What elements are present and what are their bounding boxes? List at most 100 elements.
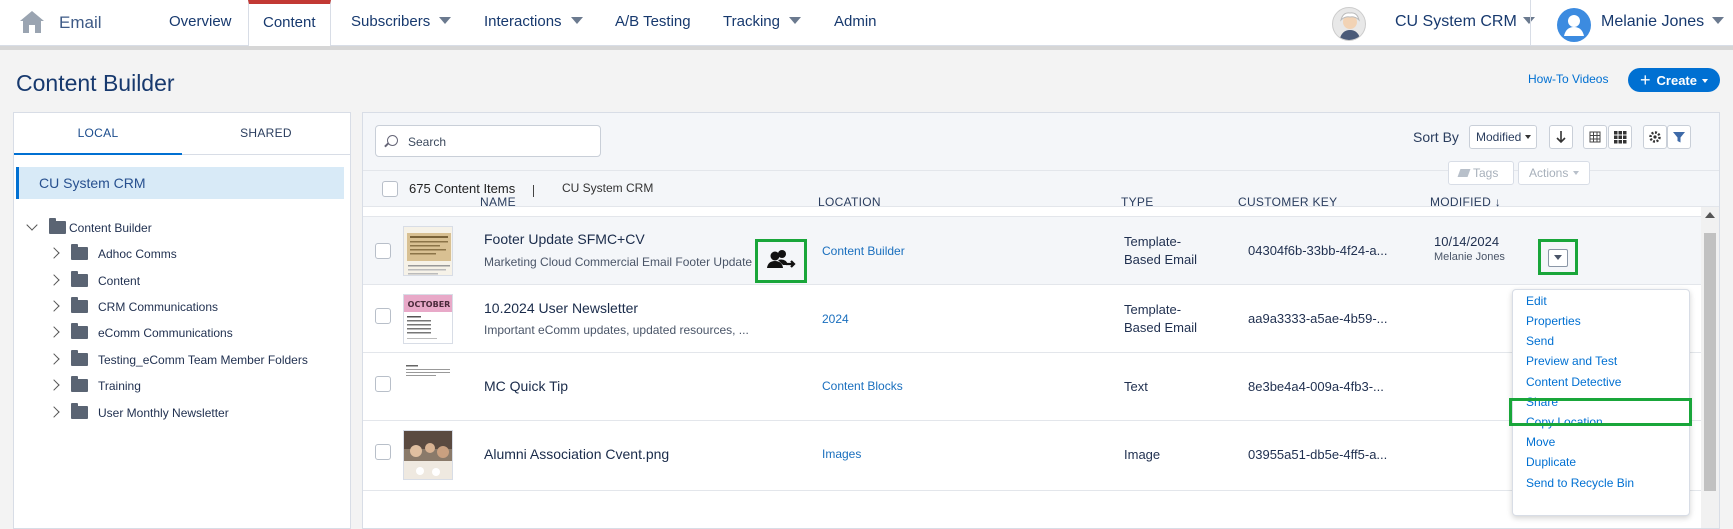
- nav-overview[interactable]: Overview: [169, 0, 232, 46]
- share-user-icon: [767, 250, 796, 268]
- chevron-down-icon: [570, 17, 583, 24]
- chevron-right-icon[interactable]: [48, 274, 60, 286]
- actions-button[interactable]: Actions: [1518, 161, 1590, 185]
- folder-icon: [71, 271, 88, 287]
- row-checkbox[interactable]: [375, 308, 391, 324]
- customer-key: aa9a3333-a5ae-4b59-...: [1248, 311, 1388, 326]
- content-name-link[interactable]: Footer Update SFMC+CV: [484, 231, 645, 247]
- selected-business-unit[interactable]: CU System CRM: [16, 167, 344, 199]
- column-header-name[interactable]: NAME: [480, 195, 516, 209]
- nav-subscribers[interactable]: Subscribers: [351, 0, 452, 46]
- column-header-location[interactable]: LOCATION: [818, 195, 881, 209]
- chevron-right-icon[interactable]: [48, 300, 60, 312]
- row-checkbox[interactable]: [375, 243, 391, 259]
- row-actions-dropdown[interactable]: [1538, 239, 1578, 275]
- nav-tracking[interactable]: Tracking: [723, 0, 801, 46]
- user-menu[interactable]: Melanie Jones: [1601, 13, 1725, 31]
- table-row[interactable]: OCTOBER 10.2024 User Newsletter Importan…: [363, 285, 1701, 353]
- content-description: Important eComm updates, updated resourc…: [484, 323, 749, 337]
- org-switcher[interactable]: CU System CRM: [1395, 13, 1535, 31]
- column-header-modified[interactable]: MODIFIED ↓: [1430, 195, 1501, 209]
- filter-button[interactable]: [1667, 125, 1691, 149]
- menu-item-send-to-recycle-bin[interactable]: Send to Recycle Bin: [1526, 476, 1634, 490]
- content-name-link[interactable]: 10.2024 User Newsletter: [484, 300, 638, 316]
- chevron-right-icon[interactable]: [48, 326, 60, 338]
- table-row[interactable]: Alumni Association Cvent.png Images Imag…: [363, 421, 1701, 491]
- chevron-down-icon: [439, 17, 452, 24]
- sort-direction-icon: [1556, 131, 1566, 144]
- content-thumbnail: [403, 430, 453, 480]
- tab-shared[interactable]: SHARED: [182, 113, 350, 155]
- chevron-down-icon[interactable]: [26, 219, 38, 231]
- chevron-down-icon: [1525, 135, 1532, 139]
- chevron-right-icon[interactable]: [48, 406, 60, 418]
- content-type: Template- Based Email: [1124, 302, 1197, 335]
- menu-item-content-detective[interactable]: Content Detective: [1526, 375, 1621, 389]
- modified-date: 10/14/2024: [1434, 234, 1500, 249]
- sort-direction-button[interactable]: [1549, 125, 1573, 149]
- how-to-videos-link[interactable]: How-To Videos: [1528, 72, 1608, 86]
- grid-view-icon: [1614, 131, 1627, 144]
- menu-item-move[interactable]: Move: [1526, 435, 1555, 449]
- folder-open-icon: [49, 218, 66, 234]
- folder-icon: [71, 350, 88, 366]
- row-checkbox[interactable]: [375, 444, 391, 460]
- chevron-right-icon[interactable]: [48, 353, 60, 365]
- location-link[interactable]: 2024: [822, 312, 849, 326]
- search-input[interactable]: [408, 132, 588, 152]
- customer-key: 8e3be4a4-009a-4fb3-...: [1248, 379, 1384, 394]
- content-thumbnail: OCTOBER: [403, 294, 453, 344]
- nav-content[interactable]: Content: [248, 0, 331, 47]
- user-avatar-icon[interactable]: [1557, 8, 1591, 42]
- content-type: Text: [1124, 379, 1148, 394]
- nav-interactions[interactable]: Interactions: [484, 0, 583, 46]
- column-header-type[interactable]: TYPE: [1121, 195, 1154, 209]
- sort-select[interactable]: Modified: [1469, 125, 1537, 149]
- chevron-right-icon[interactable]: [48, 379, 60, 391]
- share-highlight: [1509, 398, 1692, 426]
- list-view-button[interactable]: [1583, 125, 1607, 149]
- menu-item-edit[interactable]: Edit: [1526, 294, 1547, 308]
- divider: [533, 185, 534, 197]
- content-thumbnail: [403, 362, 453, 412]
- row-checkbox[interactable]: [375, 376, 391, 392]
- folder-icon: [71, 403, 88, 419]
- select-all-checkbox[interactable]: [382, 181, 398, 197]
- menu-item-duplicate[interactable]: Duplicate: [1526, 455, 1576, 469]
- create-button[interactable]: + Create: [1628, 68, 1720, 92]
- grid-view-button[interactable]: [1608, 125, 1632, 149]
- chevron-down-icon[interactable]: [1548, 249, 1568, 267]
- table-row[interactable]: Footer Update SFMC+CV Marketing Cloud Co…: [363, 217, 1701, 285]
- content-type: Template- Based Email: [1124, 234, 1197, 267]
- scroll-up-icon[interactable]: [1705, 212, 1715, 218]
- settings-button[interactable]: [1643, 125, 1667, 149]
- location-link[interactable]: Content Blocks: [822, 379, 903, 393]
- tags-button[interactable]: Tags: [1448, 161, 1514, 185]
- gear-icon: [1649, 131, 1661, 143]
- tab-local[interactable]: LOCAL: [14, 113, 182, 155]
- menu-item-preview-and-test[interactable]: Preview and Test: [1526, 354, 1617, 368]
- org-avatar-icon[interactable]: [1332, 7, 1366, 41]
- menu-item-send[interactable]: Send: [1526, 334, 1554, 348]
- customer-key: 04304f6b-33bb-4f24-a...: [1248, 243, 1388, 258]
- search-box[interactable]: [375, 125, 601, 157]
- app-name[interactable]: Email: [59, 13, 102, 33]
- column-header-customer-key[interactable]: CUSTOMER KEY: [1238, 195, 1337, 209]
- nav-admin[interactable]: Admin: [834, 0, 877, 46]
- menu-item-properties[interactable]: Properties: [1526, 314, 1581, 328]
- nav-divider: [0, 46, 1733, 50]
- home-icon[interactable]: [18, 9, 46, 35]
- nav-ab-testing[interactable]: A/B Testing: [615, 0, 691, 46]
- customer-key: 03955a51-db5e-4ff5-a...: [1248, 447, 1388, 462]
- content-name-link[interactable]: MC Quick Tip: [484, 378, 568, 394]
- content-name-link[interactable]: Alumni Association Cvent.png: [484, 446, 669, 462]
- content-description: Marketing Cloud Commercial Email Footer …: [484, 255, 753, 269]
- content-type: Image: [1124, 447, 1161, 462]
- table-row[interactable]: MC Quick Tip Content Blocks Text 8e3be4a…: [363, 353, 1701, 421]
- scrollbar-thumb[interactable]: [1704, 233, 1716, 491]
- chevron-right-icon[interactable]: [48, 247, 60, 259]
- location-link[interactable]: Content Builder: [822, 244, 905, 258]
- chevron-down-icon: [788, 17, 801, 24]
- location-link[interactable]: Images: [822, 447, 861, 461]
- share-action-button[interactable]: [755, 239, 807, 283]
